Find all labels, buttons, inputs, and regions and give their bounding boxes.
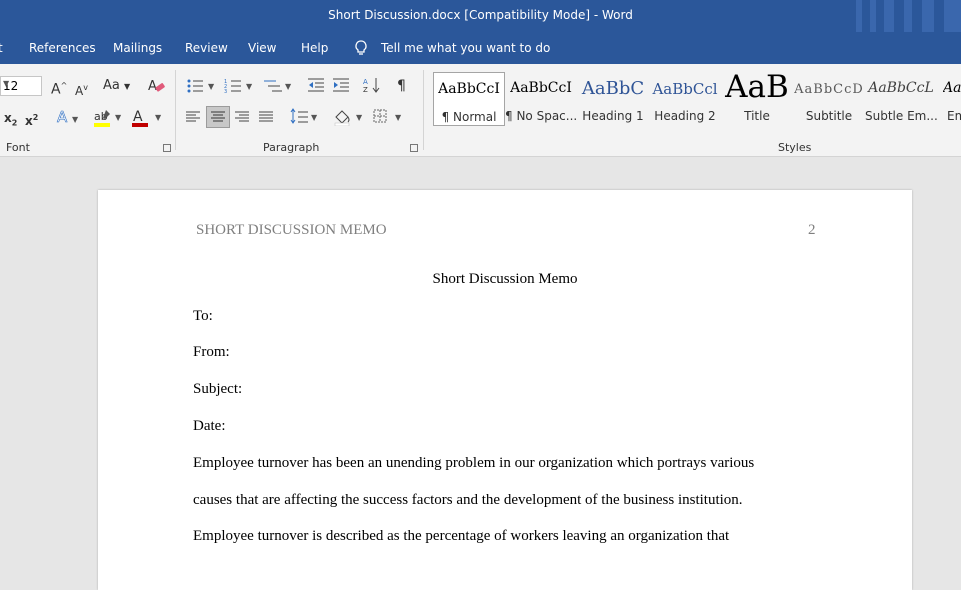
lightbulb-icon[interactable] bbox=[354, 40, 368, 56]
memo-to-line: To: bbox=[193, 308, 213, 324]
memo-subject-line: Subject: bbox=[193, 381, 243, 397]
svg-text:▼: ▼ bbox=[155, 113, 162, 122]
subscript-button[interactable]: x2 bbox=[4, 110, 17, 131]
tab-review[interactable]: Review bbox=[185, 41, 228, 55]
bullets-icon[interactable]: ▼ bbox=[186, 77, 218, 95]
numbering-icon[interactable]: 1 2 3 ▼ bbox=[224, 77, 256, 95]
style-name: ¶ No Spac... bbox=[505, 109, 577, 123]
style-no-spacing[interactable]: AaBbCcI ¶ No Spac... bbox=[505, 72, 577, 126]
tell-me-search[interactable]: Tell me what you want to do bbox=[381, 41, 550, 55]
style-subtle-emphasis[interactable]: AaBbCcL Subtle Em... bbox=[865, 72, 937, 126]
multilevel-list-icon[interactable]: ▼ bbox=[262, 77, 294, 95]
style-name: Title bbox=[744, 109, 770, 123]
title-bar: Short Discussion.docx [Compatibility Mod… bbox=[0, 0, 961, 32]
svg-text:▼: ▼ bbox=[115, 113, 122, 122]
borders-icon[interactable]: ▼ bbox=[372, 108, 404, 126]
group-divider bbox=[423, 70, 424, 150]
style-name: Heading 2 bbox=[654, 109, 716, 123]
tab-help[interactable]: Help bbox=[301, 41, 328, 55]
style-heading-1[interactable]: AaBbC Heading 1 bbox=[577, 72, 649, 126]
style-preview: AaBbC bbox=[581, 78, 645, 99]
style-preview: AaBbCcI bbox=[438, 81, 500, 97]
chevron-down-icon: ▼ bbox=[3, 79, 10, 88]
svg-text:▼: ▼ bbox=[395, 113, 402, 122]
svg-text:▼: ▼ bbox=[356, 113, 363, 122]
style-heading-2[interactable]: AaBbCcl Heading 2 bbox=[649, 72, 721, 126]
line-spacing-icon[interactable]: ▼ bbox=[288, 108, 320, 126]
svg-text:A: A bbox=[363, 78, 368, 86]
style-name: ¶ Normal bbox=[441, 110, 497, 124]
body-text-line: causes that are affecting the success fa… bbox=[193, 492, 743, 508]
group-divider bbox=[175, 70, 176, 150]
decrease-indent-icon[interactable] bbox=[307, 77, 325, 93]
shrink-font-button[interactable]: Av bbox=[75, 80, 88, 99]
align-left-icon[interactable] bbox=[185, 110, 201, 124]
svg-text:A: A bbox=[148, 79, 157, 94]
style-name: Em bbox=[947, 109, 961, 123]
font-dialog-launcher[interactable] bbox=[163, 144, 171, 152]
svg-text:▼: ▼ bbox=[208, 82, 215, 91]
sort-icon[interactable]: AZ bbox=[363, 76, 381, 94]
increase-indent-icon[interactable] bbox=[332, 77, 350, 93]
svg-text:▼: ▼ bbox=[311, 113, 318, 122]
font-color-icon[interactable]: A ▼ bbox=[131, 108, 165, 128]
style-emphasis[interactable]: Aa Em bbox=[937, 72, 961, 126]
text-effects-button[interactable]: A ▼ bbox=[57, 109, 79, 128]
style-name: Subtle Em... bbox=[865, 109, 937, 123]
tab-mailings[interactable]: Mailings bbox=[113, 41, 162, 55]
style-preview: AaBbCcD bbox=[794, 82, 864, 97]
menu-partial-tab[interactable]: t bbox=[0, 41, 3, 55]
style-preview: AaBbCcl bbox=[652, 80, 718, 98]
document-title: Short Discussion Memo bbox=[432, 271, 578, 287]
superscript-button[interactable]: x2 bbox=[25, 110, 38, 129]
shading-icon[interactable]: ▼ bbox=[333, 108, 365, 126]
menu-bar: t References Mailings Review View Help T… bbox=[0, 32, 961, 64]
align-right-icon[interactable] bbox=[234, 110, 250, 124]
style-preview: Aa bbox=[943, 80, 961, 96]
tab-references[interactable]: References bbox=[29, 41, 96, 55]
window-title: Short Discussion.docx [Compatibility Mod… bbox=[328, 8, 633, 22]
memo-date-line: Date: bbox=[193, 418, 226, 434]
align-center-icon[interactable] bbox=[206, 106, 230, 128]
svg-text:▼: ▼ bbox=[246, 82, 253, 91]
tab-view[interactable]: View bbox=[248, 41, 276, 55]
style-subtitle[interactable]: AaBbCcD Subtitle bbox=[793, 72, 865, 126]
svg-text:A: A bbox=[133, 109, 143, 125]
style-name: Heading 1 bbox=[582, 109, 644, 123]
font-group-label: Font bbox=[6, 141, 30, 154]
justify-icon[interactable] bbox=[258, 110, 274, 124]
body-text-line: Employee turnover is described as the pe… bbox=[193, 528, 730, 544]
svg-text:3: 3 bbox=[224, 89, 227, 95]
svg-text:Z: Z bbox=[363, 86, 368, 94]
style-preview: AaB bbox=[725, 72, 789, 105]
body-text-line: Employee turnover has been an unending p… bbox=[193, 455, 755, 471]
svg-text:▼: ▼ bbox=[285, 82, 292, 91]
style-name: Subtitle bbox=[805, 109, 853, 123]
page-number: 2 bbox=[808, 222, 816, 238]
style-normal[interactable]: AaBbCcI ¶ Normal bbox=[433, 72, 505, 126]
grow-font-button[interactable]: A^ bbox=[51, 78, 67, 98]
paragraph-group-label: Paragraph bbox=[263, 141, 320, 154]
paragraph-dialog-launcher[interactable] bbox=[410, 144, 418, 152]
style-title[interactable]: AaB Title bbox=[721, 72, 793, 126]
highlight-icon[interactable]: ab ▼ bbox=[93, 108, 123, 128]
style-preview: AaBbCcI bbox=[510, 80, 572, 96]
memo-from-line: From: bbox=[193, 344, 230, 360]
page-header: SHORT DISCUSSION MEMO bbox=[196, 222, 387, 238]
styles-group-label: Styles bbox=[778, 141, 812, 154]
font-size-dropdown[interactable]: 12 ▼ bbox=[0, 76, 42, 96]
change-case-button[interactable]: Aa ▼ bbox=[103, 78, 130, 95]
pilcrow-icon[interactable]: ¶ bbox=[397, 78, 406, 94]
document-page[interactable]: SHORT DISCUSSION MEMO 2 Short Discussion… bbox=[98, 190, 912, 590]
clear-formatting-icon[interactable]: A bbox=[148, 78, 166, 94]
style-preview: AaBbCcL bbox=[868, 80, 934, 96]
